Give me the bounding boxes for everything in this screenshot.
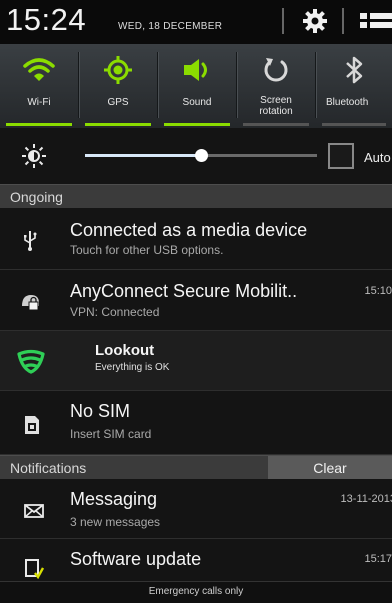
notification-lookout[interactable]: Lookout Everything is OK: [0, 331, 392, 391]
wifi-label: Wi-Fi: [27, 97, 51, 108]
notification-subtitle: Everything is OK: [95, 362, 170, 373]
header-divider: [342, 8, 344, 34]
notification-title: Lookout: [95, 342, 155, 359]
notifications-header-label: Notifications: [10, 460, 87, 476]
sim-card-icon: [20, 413, 44, 437]
header-divider: [282, 8, 284, 34]
wifi-toggle[interactable]: Wi-Fi: [0, 44, 78, 128]
notification-messaging[interactable]: Messaging 3 new messages 13-11-2013: [0, 479, 392, 539]
auto-brightness-checkbox[interactable]: [328, 143, 354, 169]
anyconnect-icon: [18, 290, 42, 314]
notification-title: AnyConnect Secure Mobilit..: [70, 281, 298, 301]
sound-icon: [184, 59, 207, 81]
rotation-state-bar: [243, 123, 309, 126]
ongoing-header-label: Ongoing: [10, 189, 63, 205]
notification-subtitle: Touch for other USB options.: [70, 243, 224, 257]
sound-toggle[interactable]: Sound: [158, 44, 236, 128]
bluetooth-label: Bluetooth: [326, 97, 369, 108]
notification-time: 15:17: [364, 553, 392, 565]
lookout-icon: [16, 348, 46, 374]
gps-icon: [104, 56, 132, 84]
screen-rotation-toggle[interactable]: Screen rotation: [237, 44, 315, 128]
notification-anyconnect[interactable]: AnyConnect Secure Mobilit.. VPN: Connect…: [0, 270, 392, 331]
notification-subtitle: VPN: Connected: [70, 305, 160, 319]
emergency-calls-status: Emergency calls only: [0, 581, 392, 603]
notification-title: No SIM: [70, 401, 131, 421]
notification-title: Connected as a media device: [70, 220, 308, 240]
notification-software-update[interactable]: Software update 15:17: [0, 539, 392, 581]
notification-time: 15:10: [364, 285, 392, 297]
brightness-sun-icon: [22, 144, 46, 168]
brightness-slider[interactable]: [85, 149, 317, 162]
brightness-slider-thumb[interactable]: [195, 149, 208, 162]
sound-label: Sound: [182, 97, 212, 108]
settings-gear-icon[interactable]: [300, 6, 330, 36]
envelope-icon: [22, 499, 46, 523]
screen-rotation-label: Screen rotation: [259, 95, 293, 117]
date-label: WED, 18 DECEMBER: [118, 21, 223, 32]
notification-no-sim[interactable]: No SIM Insert SIM card: [0, 391, 392, 455]
gps-toggle[interactable]: GPS: [79, 44, 157, 128]
notification-title: Messaging: [70, 489, 158, 509]
clear-button[interactable]: Clear: [268, 456, 392, 480]
wifi-icon: [23, 58, 55, 81]
notification-title: Software update: [70, 549, 202, 569]
notification-time: 13-11-2013: [340, 493, 392, 505]
notification-header: 15:24 WED, 18 DECEMBER: [0, 0, 392, 44]
brightness-slider-fill: [85, 154, 201, 157]
notifications-section-header: Notifications Clear: [0, 455, 392, 480]
wifi-state-bar: [6, 123, 72, 126]
notification-subtitle: Insert SIM card: [70, 427, 152, 441]
gps-label: GPS: [107, 97, 129, 108]
auto-brightness-label: Auto: [364, 150, 391, 165]
notification-subtitle: 3 new messages: [70, 515, 161, 529]
clock: 15:24: [6, 2, 87, 37]
notification-usb[interactable]: Connected as a media device Touch for ot…: [0, 208, 392, 270]
usb-icon: [18, 228, 42, 252]
software-update-icon: [22, 557, 46, 581]
ongoing-section-header: Ongoing: [0, 184, 392, 208]
bluetooth-state-bar: [322, 123, 386, 126]
bluetooth-toggle[interactable]: Bluetooth: [316, 44, 392, 128]
sound-state-bar: [164, 123, 230, 126]
rotation-icon: [264, 58, 288, 82]
bluetooth-icon: [346, 56, 363, 84]
gps-state-bar: [85, 123, 151, 126]
quick-settings-list-icon[interactable]: [356, 6, 392, 36]
quick-settings-panel: Wi-Fi GPS Sound Screen rotation Bluetoot…: [0, 44, 392, 128]
